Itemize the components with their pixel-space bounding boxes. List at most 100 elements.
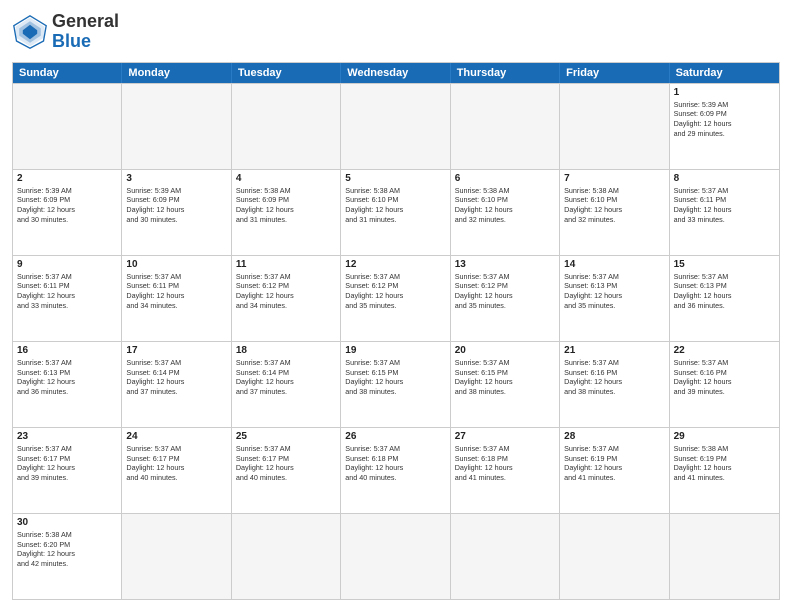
- cal-cell: 15 Sunrise: 5:37 AM Sunset: 6:13 PM Dayli…: [670, 256, 779, 341]
- calendar: SundayMondayTuesdayWednesdayThursdayFrid…: [12, 62, 780, 600]
- day-info: Sunrise: 5:38 AM Sunset: 6:20 PM Dayligh…: [17, 530, 117, 569]
- week-row-5: 30 Sunrise: 5:38 AM Sunset: 6:20 PM Dayli…: [13, 513, 779, 599]
- day-number: 15: [674, 259, 775, 270]
- header-day-tuesday: Tuesday: [232, 63, 341, 83]
- cal-cell: 17 Sunrise: 5:37 AM Sunset: 6:14 PM Dayli…: [122, 342, 231, 427]
- day-info: Sunrise: 5:37 AM Sunset: 6:13 PM Dayligh…: [674, 272, 775, 311]
- cal-cell: [451, 84, 560, 169]
- day-info: Sunrise: 5:37 AM Sunset: 6:13 PM Dayligh…: [564, 272, 664, 311]
- day-info: Sunrise: 5:37 AM Sunset: 6:11 PM Dayligh…: [126, 272, 226, 311]
- cal-cell: 4 Sunrise: 5:38 AM Sunset: 6:09 PM Daylig…: [232, 170, 341, 255]
- cal-cell: [341, 514, 450, 599]
- cal-cell: 6Sunrise: 5:38 AM Sunset: 6:10 PM Daylig…: [451, 170, 560, 255]
- day-number: 5: [345, 173, 445, 184]
- logo-icon: [12, 14, 48, 50]
- day-number: 21: [564, 345, 664, 356]
- day-number: 22: [674, 345, 775, 356]
- cal-cell: 18 Sunrise: 5:37 AM Sunset: 6:14 PM Dayli…: [232, 342, 341, 427]
- cal-cell: [232, 84, 341, 169]
- week-row-3: 16 Sunrise: 5:37 AM Sunset: 6:13 PM Dayli…: [13, 341, 779, 427]
- cal-cell: [341, 84, 450, 169]
- week-row-1: 2 Sunrise: 5:39 AM Sunset: 6:09 PM Daylig…: [13, 169, 779, 255]
- cal-cell: 8 Sunrise: 5:37 AM Sunset: 6:11 PM Daylig…: [670, 170, 779, 255]
- day-info: Sunrise: 5:37 AM Sunset: 6:12 PM Dayligh…: [455, 272, 555, 311]
- day-number: 14: [564, 259, 664, 270]
- day-info: Sunrise: 5:37 AM Sunset: 6:12 PM Dayligh…: [345, 272, 445, 311]
- cal-cell: [13, 84, 122, 169]
- cal-cell: 12Sunrise: 5:37 AM Sunset: 6:12 PM Dayli…: [341, 256, 450, 341]
- page: General Blue SundayMondayTuesdayWednesda…: [0, 0, 792, 612]
- day-info: Sunrise: 5:37 AM Sunset: 6:11 PM Dayligh…: [17, 272, 117, 311]
- day-info: Sunrise: 5:37 AM Sunset: 6:15 PM Dayligh…: [455, 358, 555, 397]
- cal-cell: 24Sunrise: 5:37 AM Sunset: 6:17 PM Dayli…: [122, 428, 231, 513]
- day-number: 1: [674, 87, 775, 98]
- day-info: Sunrise: 5:37 AM Sunset: 6:19 PM Dayligh…: [564, 444, 664, 483]
- day-info: Sunrise: 5:38 AM Sunset: 6:19 PM Dayligh…: [674, 444, 775, 483]
- day-info: Sunrise: 5:39 AM Sunset: 6:09 PM Dayligh…: [17, 186, 117, 225]
- cal-cell: 23Sunrise: 5:37 AM Sunset: 6:17 PM Dayli…: [13, 428, 122, 513]
- header-day-thursday: Thursday: [451, 63, 560, 83]
- day-number: 13: [455, 259, 555, 270]
- day-info: Sunrise: 5:38 AM Sunset: 6:09 PM Dayligh…: [236, 186, 336, 225]
- day-number: 4: [236, 173, 336, 184]
- day-number: 6: [455, 173, 555, 184]
- day-number: 18: [236, 345, 336, 356]
- cal-cell: [122, 514, 231, 599]
- day-info: Sunrise: 5:38 AM Sunset: 6:10 PM Dayligh…: [345, 186, 445, 225]
- cal-cell: 14 Sunrise: 5:37 AM Sunset: 6:13 PM Dayli…: [560, 256, 669, 341]
- day-info: Sunrise: 5:37 AM Sunset: 6:15 PM Dayligh…: [345, 358, 445, 397]
- day-info: Sunrise: 5:37 AM Sunset: 6:16 PM Dayligh…: [564, 358, 664, 397]
- day-number: 25: [236, 431, 336, 442]
- cal-cell: 19 Sunrise: 5:37 AM Sunset: 6:15 PM Dayli…: [341, 342, 450, 427]
- day-info: Sunrise: 5:37 AM Sunset: 6:12 PM Dayligh…: [236, 272, 336, 311]
- calendar-body: 1 Sunrise: 5:39 AM Sunset: 6:09 PM Daylig…: [13, 83, 779, 599]
- cal-cell: 30 Sunrise: 5:38 AM Sunset: 6:20 PM Dayli…: [13, 514, 122, 599]
- cal-cell: 11Sunrise: 5:37 AM Sunset: 6:12 PM Dayli…: [232, 256, 341, 341]
- cal-cell: 20 Sunrise: 5:37 AM Sunset: 6:15 PM Dayli…: [451, 342, 560, 427]
- header-day-wednesday: Wednesday: [341, 63, 450, 83]
- cal-cell: 9 Sunrise: 5:37 AM Sunset: 6:11 PM Daylig…: [13, 256, 122, 341]
- day-number: 9: [17, 259, 117, 270]
- cal-cell: 3 Sunrise: 5:39 AM Sunset: 6:09 PM Daylig…: [122, 170, 231, 255]
- day-info: Sunrise: 5:37 AM Sunset: 6:14 PM Dayligh…: [126, 358, 226, 397]
- day-number: 2: [17, 173, 117, 184]
- day-number: 23: [17, 431, 117, 442]
- cal-cell: 2 Sunrise: 5:39 AM Sunset: 6:09 PM Daylig…: [13, 170, 122, 255]
- cal-cell: 26 Sunrise: 5:37 AM Sunset: 6:18 PM Dayli…: [341, 428, 450, 513]
- cal-cell: [122, 84, 231, 169]
- day-info: Sunrise: 5:39 AM Sunset: 6:09 PM Dayligh…: [674, 100, 775, 139]
- day-number: 30: [17, 517, 117, 528]
- day-info: Sunrise: 5:37 AM Sunset: 6:13 PM Dayligh…: [17, 358, 117, 397]
- day-number: 16: [17, 345, 117, 356]
- day-number: 17: [126, 345, 226, 356]
- day-number: 27: [455, 431, 555, 442]
- cal-cell: 5 Sunrise: 5:38 AM Sunset: 6:10 PM Daylig…: [341, 170, 450, 255]
- week-row-0: 1 Sunrise: 5:39 AM Sunset: 6:09 PM Daylig…: [13, 83, 779, 169]
- header-day-friday: Friday: [560, 63, 669, 83]
- day-info: Sunrise: 5:37 AM Sunset: 6:14 PM Dayligh…: [236, 358, 336, 397]
- header-day-monday: Monday: [122, 63, 231, 83]
- day-info: Sunrise: 5:37 AM Sunset: 6:11 PM Dayligh…: [674, 186, 775, 225]
- day-number: 19: [345, 345, 445, 356]
- day-info: Sunrise: 5:37 AM Sunset: 6:17 PM Dayligh…: [126, 444, 226, 483]
- day-number: 8: [674, 173, 775, 184]
- day-number: 10: [126, 259, 226, 270]
- cal-cell: 25Sunrise: 5:37 AM Sunset: 6:17 PM Dayli…: [232, 428, 341, 513]
- cal-cell: 21 Sunrise: 5:37 AM Sunset: 6:16 PM Dayli…: [560, 342, 669, 427]
- cal-cell: 28 Sunrise: 5:37 AM Sunset: 6:19 PM Dayli…: [560, 428, 669, 513]
- day-info: Sunrise: 5:37 AM Sunset: 6:18 PM Dayligh…: [455, 444, 555, 483]
- cal-cell: 27 Sunrise: 5:37 AM Sunset: 6:18 PM Dayli…: [451, 428, 560, 513]
- day-number: 26: [345, 431, 445, 442]
- header: General Blue: [12, 12, 780, 52]
- day-info: Sunrise: 5:37 AM Sunset: 6:18 PM Dayligh…: [345, 444, 445, 483]
- week-row-2: 9 Sunrise: 5:37 AM Sunset: 6:11 PM Daylig…: [13, 255, 779, 341]
- day-info: Sunrise: 5:39 AM Sunset: 6:09 PM Dayligh…: [126, 186, 226, 225]
- day-info: Sunrise: 5:38 AM Sunset: 6:10 PM Dayligh…: [564, 186, 664, 225]
- day-number: 20: [455, 345, 555, 356]
- logo: General Blue: [12, 12, 119, 52]
- day-number: 7: [564, 173, 664, 184]
- day-info: Sunrise: 5:37 AM Sunset: 6:16 PM Dayligh…: [674, 358, 775, 397]
- day-number: 3: [126, 173, 226, 184]
- day-number: 28: [564, 431, 664, 442]
- cal-cell: [232, 514, 341, 599]
